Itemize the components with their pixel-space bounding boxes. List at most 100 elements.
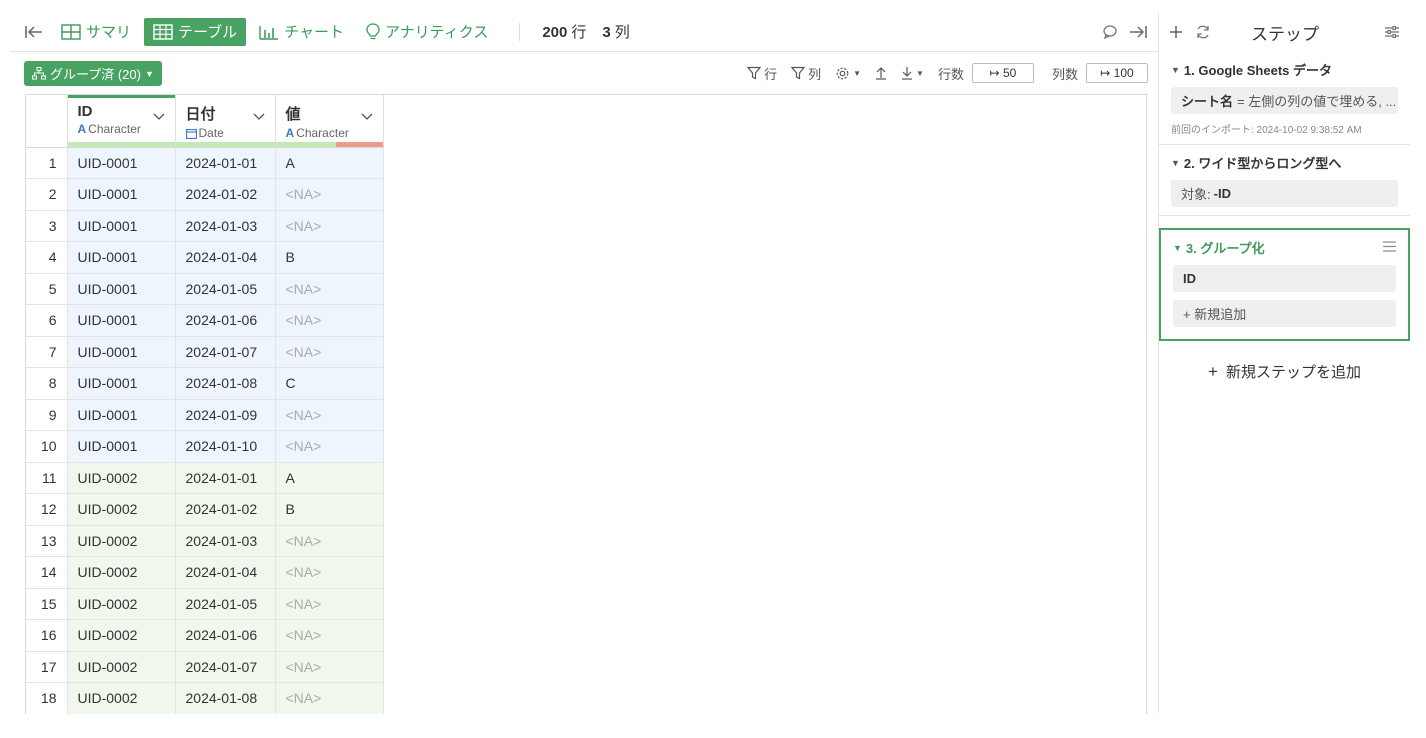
date-cell[interactable]: 2024-01-03 <box>175 525 276 557</box>
id-cell[interactable]: UID-0001 <box>67 178 176 211</box>
chip-value: = 左側の列の値で埋める, ... <box>1237 94 1397 109</box>
date-cell[interactable]: 2024-01-07 <box>175 651 276 683</box>
tab-table[interactable]: テーブル <box>144 17 247 46</box>
date-cell[interactable]: 2024-01-08 <box>175 682 276 714</box>
date-cell[interactable]: 2024-01-05 <box>175 273 276 305</box>
id-cell[interactable]: UID-0001 <box>67 367 176 400</box>
add-new-button[interactable]: + 新規追加 <box>1173 300 1396 327</box>
date-cell[interactable]: 2024-01-02 <box>175 178 276 211</box>
settings-dropdown-button[interactable]: ▼ <box>835 66 861 81</box>
date-cell[interactable]: 2024-01-06 <box>175 304 276 337</box>
value-cell[interactable]: <NA> <box>275 651 384 683</box>
column-header-value[interactable]: 値 A Character <box>275 95 384 148</box>
collapse-left-icon[interactable] <box>16 18 52 46</box>
step-group-by[interactable]: ▼ 3. グループ化 ID + 新規追加 <box>1159 228 1410 341</box>
column-header-id[interactable]: ID A Character <box>67 95 176 148</box>
value-cell[interactable]: <NA> <box>275 682 384 714</box>
id-cell[interactable]: UID-0001 <box>67 273 176 305</box>
download-dropdown-button[interactable]: ▼ <box>901 66 924 80</box>
chevron-down-icon[interactable] <box>153 109 165 124</box>
id-cell[interactable]: UID-0001 <box>67 399 176 431</box>
grouped-column-accent <box>67 95 175 98</box>
value-cell[interactable]: B <box>275 493 384 526</box>
caret-down-icon[interactable]: ▼ <box>1173 243 1182 253</box>
bar-chart-icon <box>259 25 279 40</box>
value-cell[interactable]: <NA> <box>275 336 384 368</box>
step-wide-to-long[interactable]: ▼ 2. ワイド型からロング型へ 対象: -ID <box>1159 145 1410 216</box>
hamburger-menu-icon[interactable] <box>1383 240 1396 255</box>
sliders-icon[interactable] <box>1384 25 1400 39</box>
value-cell[interactable]: A <box>275 462 384 494</box>
id-cell[interactable]: UID-0002 <box>67 619 176 652</box>
filter-columns-button[interactable]: 列 <box>791 64 821 83</box>
id-cell[interactable]: UID-0001 <box>67 210 176 242</box>
date-cell[interactable]: 2024-01-01 <box>175 147 276 179</box>
value-cell[interactable]: <NA> <box>275 430 384 463</box>
date-cell[interactable]: 2024-01-10 <box>175 430 276 463</box>
value-cell[interactable]: B <box>275 241 384 274</box>
date-cell[interactable]: 2024-01-03 <box>175 210 276 242</box>
column-limit-input[interactable]: ↦ 100 <box>1086 63 1148 83</box>
column-header-date[interactable]: 日付 Date <box>175 95 276 148</box>
row-number: 6 <box>26 304 68 337</box>
value-cell[interactable]: <NA> <box>275 556 384 589</box>
row-number: 14 <box>26 556 68 589</box>
id-cell[interactable]: UID-0002 <box>67 462 176 494</box>
date-cell[interactable]: 2024-01-02 <box>175 493 276 526</box>
id-cell[interactable]: UID-0002 <box>67 493 176 526</box>
row-number: 18 <box>26 682 68 714</box>
row-limit-input[interactable]: ↦ 50 <box>971 63 1034 83</box>
value-cell[interactable]: <NA> <box>275 525 384 557</box>
date-cell[interactable]: 2024-01-08 <box>175 367 276 400</box>
chevron-down-icon[interactable] <box>361 109 373 124</box>
step-parameter-chip[interactable]: 対象: -ID <box>1171 180 1398 207</box>
plus-icon: + <box>1208 362 1218 381</box>
id-cell[interactable]: UID-0002 <box>67 556 176 589</box>
value-cell[interactable]: <NA> <box>275 273 384 305</box>
date-cell[interactable]: 2024-01-01 <box>175 462 276 494</box>
tab-summary[interactable]: サマリ <box>52 18 140 46</box>
collapse-right-icon[interactable] <box>1128 24 1148 40</box>
plus-icon[interactable] <box>1169 25 1183 39</box>
date-cell[interactable]: 2024-01-09 <box>175 399 276 431</box>
id-cell[interactable]: UID-0002 <box>67 525 176 557</box>
date-cell[interactable]: 2024-01-07 <box>175 336 276 368</box>
id-cell[interactable]: UID-0001 <box>67 336 176 368</box>
caret-down-icon[interactable]: ▼ <box>1171 65 1180 75</box>
id-cell[interactable]: UID-0001 <box>67 430 176 463</box>
top-toolbar: サマリ テーブル チャート アナリティクス 200 行 3列 <box>10 12 1158 52</box>
id-cell[interactable]: UID-0001 <box>67 241 176 274</box>
id-cell[interactable]: UID-0001 <box>67 147 176 179</box>
filter-rows-button[interactable]: 行 <box>747 64 777 83</box>
group-by-column-chip[interactable]: ID <box>1173 265 1396 292</box>
step-google-sheets[interactable]: ▼ 1. Google Sheets データ シート名 = 左側の列の値で埋める, … <box>1159 52 1410 145</box>
value-cell[interactable]: <NA> <box>275 178 384 211</box>
date-cell[interactable]: 2024-01-04 <box>175 556 276 589</box>
row-number: 10 <box>26 430 68 463</box>
tab-analytics[interactable]: アナリティクス <box>357 18 497 46</box>
date-cell[interactable]: 2024-01-05 <box>175 588 276 620</box>
id-cell[interactable]: UID-0002 <box>67 588 176 620</box>
value-cell[interactable]: <NA> <box>275 588 384 620</box>
date-cell[interactable]: 2024-01-04 <box>175 241 276 274</box>
id-cell[interactable]: UID-0002 <box>67 651 176 683</box>
id-cell[interactable]: UID-0002 <box>67 682 176 714</box>
value-cell[interactable]: A <box>275 147 384 179</box>
value-cell[interactable]: <NA> <box>275 304 384 337</box>
add-step-button[interactable]: + 新規ステップを追加 <box>1159 361 1410 382</box>
chevron-down-icon[interactable] <box>253 109 265 124</box>
value-cell[interactable]: <NA> <box>275 210 384 242</box>
step-parameter-chip[interactable]: シート名 = 左側の列の値で埋める, ... <box>1171 87 1398 114</box>
value-cell[interactable]: <NA> <box>275 399 384 431</box>
date-cell[interactable]: 2024-01-06 <box>175 619 276 652</box>
tab-chart[interactable]: チャート <box>250 18 353 46</box>
grouped-dropdown-button[interactable]: グループ済 (20) ▼ <box>24 61 162 86</box>
caret-down-icon[interactable]: ▼ <box>1171 158 1180 168</box>
tab-table-label: テーブル <box>178 24 238 41</box>
upload-button[interactable] <box>875 66 887 80</box>
refresh-icon[interactable] <box>1195 24 1211 40</box>
value-cell[interactable]: C <box>275 367 384 400</box>
comment-icon[interactable] <box>1102 24 1118 40</box>
id-cell[interactable]: UID-0001 <box>67 304 176 337</box>
value-cell[interactable]: <NA> <box>275 619 384 652</box>
